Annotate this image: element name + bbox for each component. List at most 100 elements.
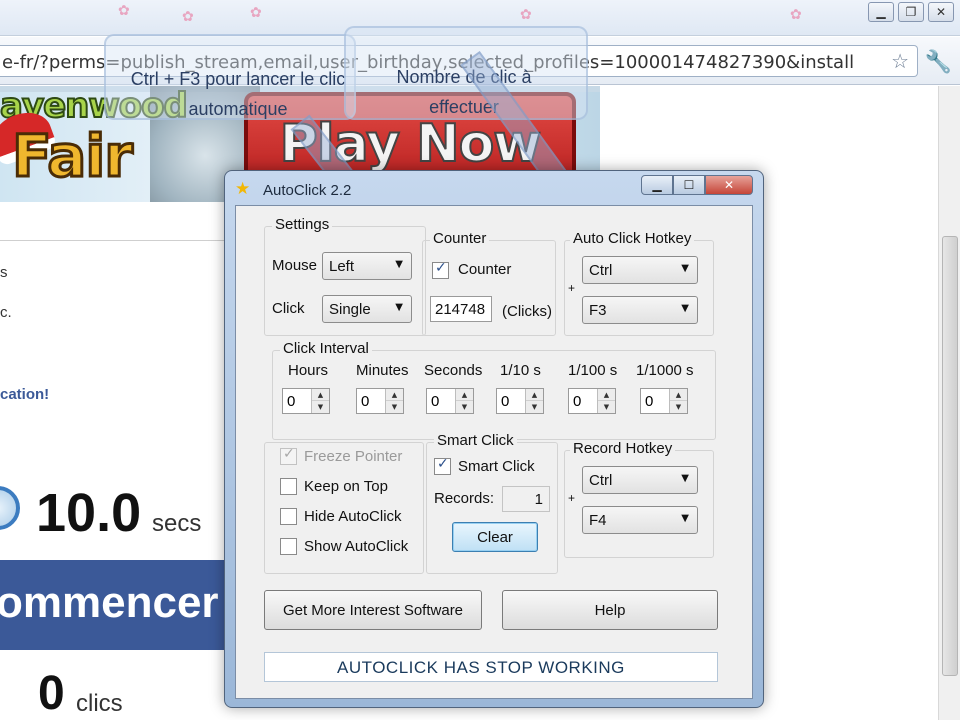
spin-down-icon[interactable]: ▼ bbox=[526, 401, 543, 413]
hotkey-modifier-select[interactable]: Ctrl ▼ bbox=[582, 256, 698, 284]
logo-text-bottom: Fair bbox=[11, 121, 135, 192]
annotation-hotkey-line1: Ctrl + F3 pour lancer le clic bbox=[130, 69, 346, 89]
interval-tenths-input[interactable]: 0 ▲ ▼ bbox=[496, 388, 544, 414]
annotation-hotkey-line2: automatique bbox=[188, 99, 288, 119]
text-fragment: s bbox=[0, 264, 8, 281]
flower-decoration-icon: ✿ bbox=[250, 4, 262, 20]
start-button-label: ommencer bbox=[0, 578, 219, 627]
spin-down-icon[interactable]: ▼ bbox=[670, 401, 687, 413]
minimize-icon[interactable]: ▁ bbox=[641, 175, 673, 195]
interval-label-hours: Hours bbox=[288, 362, 329, 379]
autoclick-window: ★ AutoClick 2.2 ▁ ☐ ✕ Settings Mouse Lef… bbox=[224, 170, 764, 708]
interval-label-minutes: Minutes bbox=[356, 362, 409, 379]
chevron-down-icon: ▼ bbox=[681, 513, 689, 524]
spin-up-icon[interactable]: ▲ bbox=[526, 389, 543, 401]
scrollbar-thumb[interactable] bbox=[942, 236, 958, 676]
wrench-icon[interactable]: 🔧 bbox=[925, 49, 952, 75]
spin-up-icon[interactable]: ▲ bbox=[312, 389, 329, 401]
mouse-button-select[interactable]: Left ▼ bbox=[322, 252, 412, 280]
autoclick-window-controls: ▁ ☐ ✕ bbox=[641, 175, 753, 195]
help-button[interactable]: Help bbox=[502, 590, 718, 630]
close-icon[interactable]: ✕ bbox=[705, 175, 753, 195]
interval-label-hundredths: 1/100 s bbox=[568, 362, 618, 379]
timer-unit: secs bbox=[152, 510, 202, 537]
spin-up-icon[interactable]: ▲ bbox=[456, 389, 473, 401]
click-count-value: 214748 bbox=[435, 301, 486, 318]
record-hotkey-modifier-value: Ctrl bbox=[589, 472, 613, 489]
click-label: Click bbox=[272, 300, 305, 317]
spin-up-icon[interactable]: ▲ bbox=[598, 389, 615, 401]
get-more-software-button[interactable]: Get More Interest Software bbox=[264, 590, 482, 630]
smart-click-legend: Smart Click bbox=[434, 432, 517, 449]
flower-decoration-icon: ✿ bbox=[790, 6, 802, 22]
annotation-hotkey: Ctrl + F3 pour lancer le clic automatiqu… bbox=[108, 64, 368, 124]
restore-icon[interactable]: ❐ bbox=[898, 2, 924, 22]
browser-window-controls: ▁ ❐ ✕ bbox=[868, 2, 954, 22]
records-label: Records: bbox=[434, 490, 495, 507]
freeze-pointer-label: Freeze Pointer bbox=[304, 448, 403, 465]
minimize-icon[interactable]: ▁ bbox=[868, 2, 894, 22]
interval-hundredths-value: 0 bbox=[573, 393, 582, 410]
close-icon[interactable]: ✕ bbox=[928, 2, 954, 22]
hide-autoclick-checkbox[interactable] bbox=[280, 508, 297, 525]
timer-value: 10.0 bbox=[36, 483, 142, 543]
clear-button[interactable]: Clear bbox=[452, 522, 538, 552]
record-hotkey-key-select[interactable]: F4 ▼ bbox=[582, 506, 698, 534]
spin-up-icon[interactable]: ▲ bbox=[670, 389, 687, 401]
freeze-pointer-checkbox[interactable] bbox=[280, 446, 297, 465]
interval-hundredths-input[interactable]: 0 ▲ ▼ bbox=[568, 388, 616, 414]
interval-hours-input[interactable]: 0 ▲ ▼ bbox=[282, 388, 330, 414]
auto-click-hotkey-legend: Auto Click Hotkey bbox=[570, 230, 695, 247]
interval-hours-value: 0 bbox=[287, 393, 296, 410]
show-autoclick-label: Show AutoClick bbox=[304, 538, 409, 555]
chevron-down-icon: ▼ bbox=[681, 303, 689, 314]
spin-up-icon[interactable]: ▲ bbox=[386, 389, 403, 401]
click-type-value: Single bbox=[329, 301, 371, 318]
spinner-buttons: ▲ ▼ bbox=[455, 389, 473, 413]
chevron-down-icon: ▼ bbox=[395, 259, 403, 270]
interval-thousandths-input[interactable]: 0 ▲ ▼ bbox=[640, 388, 688, 414]
show-autoclick-checkbox[interactable] bbox=[280, 538, 297, 555]
counter-checkbox-label: Counter bbox=[458, 261, 512, 278]
click-type-select[interactable]: Single ▼ bbox=[322, 295, 412, 323]
spin-down-icon[interactable]: ▼ bbox=[456, 401, 473, 413]
flower-decoration-icon: ✿ bbox=[118, 2, 130, 18]
hotkey-key-select[interactable]: F3 ▼ bbox=[582, 296, 698, 324]
record-hotkey-legend: Record Hotkey bbox=[570, 440, 676, 457]
interval-minutes-input[interactable]: 0 ▲ ▼ bbox=[356, 388, 404, 414]
autoclick-titlebar[interactable]: ★ AutoClick 2.2 ▁ ☐ ✕ bbox=[225, 171, 763, 205]
flower-decoration-icon: ✿ bbox=[520, 6, 532, 22]
record-hotkey-modifier-select[interactable]: Ctrl ▼ bbox=[582, 466, 698, 494]
spinner-buttons: ▲ ▼ bbox=[311, 389, 329, 413]
hotkey-key-value: F3 bbox=[589, 302, 607, 319]
flower-decoration-icon: ✿ bbox=[182, 8, 194, 24]
bookmark-star-icon[interactable]: ☆ bbox=[891, 49, 909, 74]
clicks-unit: clics bbox=[76, 690, 123, 717]
interval-minutes-value: 0 bbox=[361, 393, 370, 410]
start-button[interactable]: ommencer bbox=[0, 560, 228, 650]
spinner-buttons: ▲ ▼ bbox=[597, 389, 615, 413]
smart-click-checkbox[interactable] bbox=[434, 456, 451, 475]
clicks-unit-label: (Clicks) bbox=[502, 303, 552, 320]
mouse-label: Mouse bbox=[272, 257, 318, 274]
page-scrollbar[interactable] bbox=[938, 86, 960, 720]
maximize-icon[interactable]: ☐ bbox=[673, 175, 705, 195]
keep-on-top-label: Keep on Top bbox=[304, 478, 388, 495]
page-link[interactable]: cation! bbox=[0, 386, 49, 403]
autoclick-title: AutoClick 2.2 bbox=[263, 182, 352, 199]
spin-down-icon[interactable]: ▼ bbox=[386, 401, 403, 413]
keep-on-top-checkbox[interactable] bbox=[280, 478, 297, 495]
hide-autoclick-label: Hide AutoClick bbox=[304, 508, 402, 525]
clicks-count: 0 bbox=[38, 667, 65, 720]
text-fragment: c. bbox=[0, 304, 12, 321]
spin-down-icon[interactable]: ▼ bbox=[598, 401, 615, 413]
interval-label-tenths: 1/10 s bbox=[500, 362, 541, 379]
interval-seconds-value: 0 bbox=[431, 393, 440, 410]
interval-seconds-input[interactable]: 0 ▲ ▼ bbox=[426, 388, 474, 414]
mouse-button-value: Left bbox=[329, 258, 355, 275]
click-count-input[interactable]: 214748 bbox=[430, 296, 492, 322]
counter-checkbox[interactable] bbox=[432, 260, 449, 279]
click-interval-legend: Click Interval bbox=[280, 340, 372, 357]
spinner-buttons: ▲ ▼ bbox=[385, 389, 403, 413]
spin-down-icon[interactable]: ▼ bbox=[312, 401, 329, 413]
